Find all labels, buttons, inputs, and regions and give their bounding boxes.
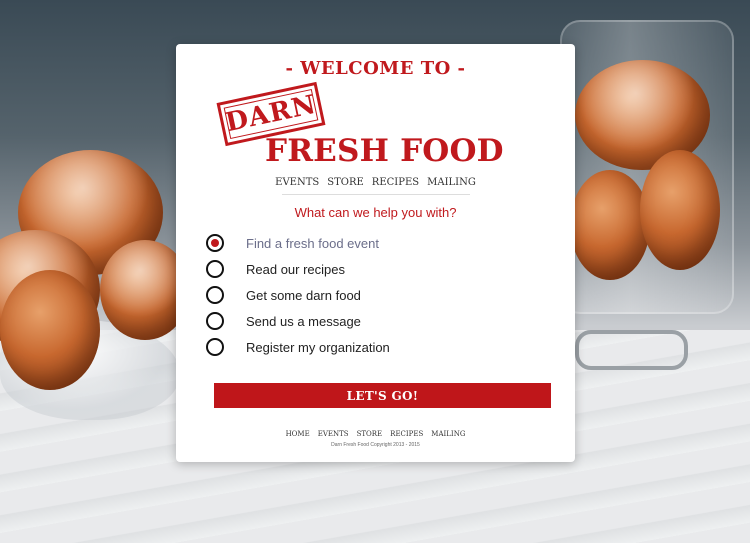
background-donut (640, 150, 720, 270)
nav-link-events[interactable]: EVENTS (275, 177, 319, 188)
nav-link-mailing[interactable]: MAILING (427, 177, 476, 188)
option-label: Get some darn food (246, 287, 361, 303)
copyright-text: Darn Fresh Food Copyright 2013 - 2015 (331, 442, 420, 448)
lets-go-button[interactable]: LET'S GO! (214, 383, 551, 408)
radio-button-selected[interactable] (206, 234, 224, 252)
option-read-recipes[interactable]: Read our recipes (206, 256, 390, 282)
footer-link-events[interactable]: EVENTS (318, 430, 349, 438)
welcome-card: - WELCOME TO - DARN FRESH FOOD EVENTS ST… (176, 44, 575, 462)
radio-button[interactable] (206, 260, 224, 278)
footer-link-store[interactable]: STORE (357, 430, 383, 438)
option-register-organization[interactable]: Register my organization (206, 334, 390, 360)
brand-title: FRESH FOOD (265, 133, 504, 169)
nav-link-store[interactable]: STORE (327, 177, 364, 188)
background-jar-handle (575, 330, 688, 370)
radio-button[interactable] (206, 338, 224, 356)
option-get-food[interactable]: Get some darn food (206, 282, 390, 308)
option-label: Find a fresh food event (246, 235, 379, 251)
nav-divider (282, 194, 470, 195)
footer-link-home[interactable]: HOME (286, 430, 310, 438)
option-label: Send us a message (246, 313, 361, 329)
footer-link-recipes[interactable]: RECIPES (390, 430, 423, 438)
radio-button[interactable] (206, 312, 224, 330)
help-question: What can we help you with? (294, 205, 457, 220)
option-list: Find a fresh food event Read our recipes… (206, 230, 390, 360)
radio-button[interactable] (206, 286, 224, 304)
option-label: Register my organization (246, 339, 390, 355)
option-find-event[interactable]: Find a fresh food event (206, 230, 390, 256)
footer-link-mailing[interactable]: MAILING (431, 430, 465, 438)
option-send-message[interactable]: Send us a message (206, 308, 390, 334)
background-donut (0, 270, 100, 390)
option-label: Read our recipes (246, 261, 345, 277)
nav-link-recipes[interactable]: RECIPES (372, 177, 419, 188)
top-nav: EVENTS STORE RECIPES MAILING (176, 177, 575, 188)
background-donut (570, 170, 650, 280)
welcome-heading: - WELCOME TO - (285, 58, 466, 79)
footer-nav: HOME EVENTS STORE RECIPES MAILING (176, 430, 575, 438)
